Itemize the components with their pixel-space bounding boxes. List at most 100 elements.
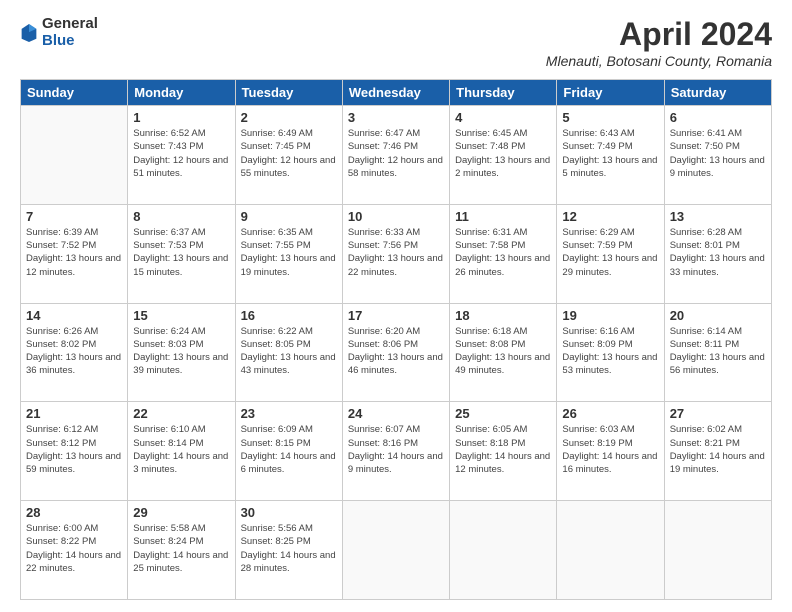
col-thursday: Thursday xyxy=(450,80,557,106)
day-info: Sunrise: 6:24 AM Sunset: 8:03 PM Dayligh… xyxy=(133,325,229,378)
table-row: 27 Sunrise: 6:02 AM Sunset: 8:21 PM Dayli… xyxy=(664,402,771,501)
day-info: Sunrise: 6:37 AM Sunset: 7:53 PM Dayligh… xyxy=(133,226,229,279)
day-number: 28 xyxy=(26,505,122,520)
day-number: 24 xyxy=(348,406,444,421)
page: General Blue April 2024 Mlenauti, Botosa… xyxy=(0,0,792,612)
calendar-week-row: 7 Sunrise: 6:39 AM Sunset: 7:52 PM Daylig… xyxy=(21,204,772,303)
col-wednesday: Wednesday xyxy=(342,80,449,106)
day-number: 30 xyxy=(241,505,337,520)
day-number: 1 xyxy=(133,110,229,125)
logo-icon xyxy=(20,22,38,44)
title-section: April 2024 Mlenauti, Botosani County, Ro… xyxy=(546,16,772,69)
day-number: 18 xyxy=(455,308,551,323)
day-info: Sunrise: 6:35 AM Sunset: 7:55 PM Dayligh… xyxy=(241,226,337,279)
table-row: 12 Sunrise: 6:29 AM Sunset: 7:59 PM Dayli… xyxy=(557,204,664,303)
day-info: Sunrise: 6:45 AM Sunset: 7:48 PM Dayligh… xyxy=(455,127,551,180)
table-row: 25Sunrise: 6:05 AM Sunset: 8:18 PM Dayli… xyxy=(450,402,557,501)
table-row: 29 Sunrise: 5:58 AM Sunset: 8:24 PM Dayli… xyxy=(128,501,235,600)
calendar-table: Sunday Monday Tuesday Wednesday Thursday… xyxy=(20,79,772,600)
day-number: 14 xyxy=(26,308,122,323)
table-row: 14 Sunrise: 6:26 AM Sunset: 8:02 PM Dayli… xyxy=(21,303,128,402)
logo-general-text: General xyxy=(42,16,98,33)
table-row: 28 Sunrise: 6:00 AM Sunset: 8:22 PM Dayli… xyxy=(21,501,128,600)
calendar-header-row: Sunday Monday Tuesday Wednesday Thursday… xyxy=(21,80,772,106)
day-info: Sunrise: 6:33 AM Sunset: 7:56 PM Dayligh… xyxy=(348,226,444,279)
col-tuesday: Tuesday xyxy=(235,80,342,106)
day-number: 26 xyxy=(562,406,658,421)
table-row: 9 Sunrise: 6:35 AM Sunset: 7:55 PM Daylig… xyxy=(235,204,342,303)
calendar-week-row: 21 Sunrise: 6:12 AM Sunset: 8:12 PM Dayli… xyxy=(21,402,772,501)
day-info: Sunrise: 6:05 AM Sunset: 8:18 PM Dayligh… xyxy=(455,423,551,476)
table-row xyxy=(557,501,664,600)
day-info: Sunrise: 5:58 AM Sunset: 8:24 PM Dayligh… xyxy=(133,522,229,575)
day-info: Sunrise: 6:47 AM Sunset: 7:46 PM Dayligh… xyxy=(348,127,444,180)
col-friday: Friday xyxy=(557,80,664,106)
table-row: 23Sunrise: 6:09 AM Sunset: 8:15 PM Dayli… xyxy=(235,402,342,501)
calendar-week-row: 28 Sunrise: 6:00 AM Sunset: 8:22 PM Dayli… xyxy=(21,501,772,600)
day-number: 27 xyxy=(670,406,766,421)
day-info: Sunrise: 6:29 AM Sunset: 7:59 PM Dayligh… xyxy=(562,226,658,279)
day-number: 5 xyxy=(562,110,658,125)
table-row: 17 Sunrise: 6:20 AM Sunset: 8:06 PM Dayli… xyxy=(342,303,449,402)
table-row: 19 Sunrise: 6:16 AM Sunset: 8:09 PM Dayli… xyxy=(557,303,664,402)
day-info: Sunrise: 6:16 AM Sunset: 8:09 PM Dayligh… xyxy=(562,325,658,378)
table-row xyxy=(450,501,557,600)
day-info: Sunrise: 6:09 AM Sunset: 8:15 PM Dayligh… xyxy=(241,423,337,476)
day-info: Sunrise: 6:22 AM Sunset: 8:05 PM Dayligh… xyxy=(241,325,337,378)
day-info: Sunrise: 6:03 AM Sunset: 8:19 PM Dayligh… xyxy=(562,423,658,476)
day-number: 7 xyxy=(26,209,122,224)
logo-blue-text: Blue xyxy=(42,33,98,50)
table-row: 15 Sunrise: 6:24 AM Sunset: 8:03 PM Dayli… xyxy=(128,303,235,402)
table-row: 13 Sunrise: 6:28 AM Sunset: 8:01 PM Dayli… xyxy=(664,204,771,303)
table-row: 6 Sunrise: 6:41 AM Sunset: 7:50 PM Daylig… xyxy=(664,106,771,205)
day-info: Sunrise: 6:49 AM Sunset: 7:45 PM Dayligh… xyxy=(241,127,337,180)
table-row: 18 Sunrise: 6:18 AM Sunset: 8:08 PM Dayli… xyxy=(450,303,557,402)
table-row: 8Sunrise: 6:37 AM Sunset: 7:53 PM Daylig… xyxy=(128,204,235,303)
table-row: 20Sunrise: 6:14 AM Sunset: 8:11 PM Dayli… xyxy=(664,303,771,402)
day-number: 17 xyxy=(348,308,444,323)
day-info: Sunrise: 6:20 AM Sunset: 8:06 PM Dayligh… xyxy=(348,325,444,378)
day-info: Sunrise: 6:10 AM Sunset: 8:14 PM Dayligh… xyxy=(133,423,229,476)
table-row: 16 Sunrise: 6:22 AM Sunset: 8:05 PM Dayli… xyxy=(235,303,342,402)
table-row: 26 Sunrise: 6:03 AM Sunset: 8:19 PM Dayli… xyxy=(557,402,664,501)
day-number: 16 xyxy=(241,308,337,323)
day-info: Sunrise: 6:07 AM Sunset: 8:16 PM Dayligh… xyxy=(348,423,444,476)
day-number: 13 xyxy=(670,209,766,224)
table-row: 22Sunrise: 6:10 AM Sunset: 8:14 PM Dayli… xyxy=(128,402,235,501)
day-info: Sunrise: 6:43 AM Sunset: 7:49 PM Dayligh… xyxy=(562,127,658,180)
col-sunday: Sunday xyxy=(21,80,128,106)
table-row: 21 Sunrise: 6:12 AM Sunset: 8:12 PM Dayli… xyxy=(21,402,128,501)
day-number: 20 xyxy=(670,308,766,323)
day-number: 12 xyxy=(562,209,658,224)
table-row: 30 Sunrise: 5:56 AM Sunset: 8:25 PM Dayli… xyxy=(235,501,342,600)
day-number: 10 xyxy=(348,209,444,224)
day-number: 29 xyxy=(133,505,229,520)
day-info: Sunrise: 6:18 AM Sunset: 8:08 PM Dayligh… xyxy=(455,325,551,378)
table-row: 4Sunrise: 6:45 AM Sunset: 7:48 PM Daylig… xyxy=(450,106,557,205)
table-row: 1 Sunrise: 6:52 AM Sunset: 7:43 PM Daylig… xyxy=(128,106,235,205)
day-info: Sunrise: 6:52 AM Sunset: 7:43 PM Dayligh… xyxy=(133,127,229,180)
day-number: 15 xyxy=(133,308,229,323)
day-info: Sunrise: 6:12 AM Sunset: 8:12 PM Dayligh… xyxy=(26,423,122,476)
day-info: Sunrise: 6:39 AM Sunset: 7:52 PM Dayligh… xyxy=(26,226,122,279)
header: General Blue April 2024 Mlenauti, Botosa… xyxy=(20,16,772,69)
day-info: Sunrise: 6:28 AM Sunset: 8:01 PM Dayligh… xyxy=(670,226,766,279)
day-number: 3 xyxy=(348,110,444,125)
month-year-title: April 2024 xyxy=(546,16,772,53)
day-info: Sunrise: 6:00 AM Sunset: 8:22 PM Dayligh… xyxy=(26,522,122,575)
day-number: 21 xyxy=(26,406,122,421)
day-number: 19 xyxy=(562,308,658,323)
table-row: 11Sunrise: 6:31 AM Sunset: 7:58 PM Dayli… xyxy=(450,204,557,303)
day-number: 9 xyxy=(241,209,337,224)
day-info: Sunrise: 6:02 AM Sunset: 8:21 PM Dayligh… xyxy=(670,423,766,476)
day-info: Sunrise: 6:31 AM Sunset: 7:58 PM Dayligh… xyxy=(455,226,551,279)
day-number: 6 xyxy=(670,110,766,125)
calendar-week-row: 14 Sunrise: 6:26 AM Sunset: 8:02 PM Dayli… xyxy=(21,303,772,402)
day-info: Sunrise: 6:26 AM Sunset: 8:02 PM Dayligh… xyxy=(26,325,122,378)
col-monday: Monday xyxy=(128,80,235,106)
table-row xyxy=(21,106,128,205)
day-info: Sunrise: 5:56 AM Sunset: 8:25 PM Dayligh… xyxy=(241,522,337,575)
day-info: Sunrise: 6:41 AM Sunset: 7:50 PM Dayligh… xyxy=(670,127,766,180)
table-row: 5 Sunrise: 6:43 AM Sunset: 7:49 PM Daylig… xyxy=(557,106,664,205)
table-row xyxy=(664,501,771,600)
